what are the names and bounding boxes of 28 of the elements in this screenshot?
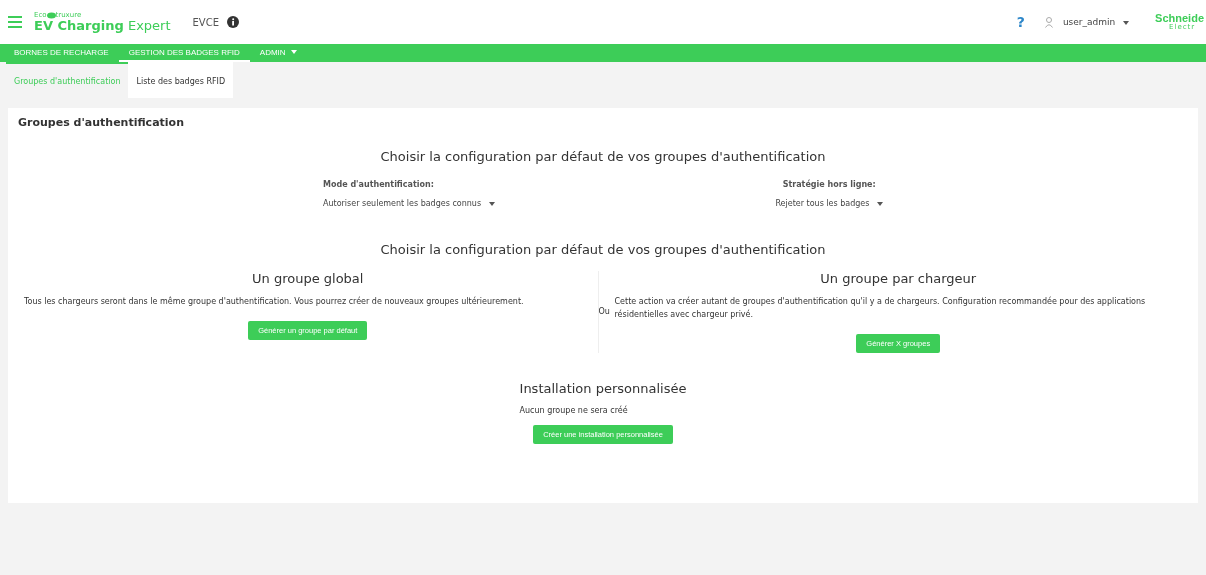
option-description: Cette action va créer autant de groupes d'authentification qu'il y a de chargeurs. Configuration recommandée pour des applications résidentielles avec chargeur privé. <box>613 296 1147 321</box>
dropdown-select[interactable]: Rejeter tous les badges <box>775 199 883 208</box>
option-description: Aucun groupe ne sera créé <box>519 405 628 415</box>
section-heading: Choisir la configuration par défaut de vos groupes d'authentification <box>380 149 826 164</box>
vendor-logo-text: Schneide <box>1155 13 1204 24</box>
dropdown-select[interactable]: Autoriser seulement les badges connus <box>323 199 495 208</box>
option-title: Un groupe par chargeur <box>820 271 977 286</box>
page-title: Groupes d'authentification <box>18 116 184 129</box>
caret-icon <box>877 201 883 206</box>
field-label: Mode d'authentification: <box>323 180 435 189</box>
separator-text: Ou <box>598 307 610 317</box>
nav-tab[interactable]: BORNES DE RECHARGE <box>4 44 119 62</box>
app-name: EV Charging <box>34 18 124 33</box>
info-icon[interactable] <box>227 16 239 28</box>
user-menu[interactable]: user_admin <box>1062 17 1130 27</box>
option-title: Installation personnalisée <box>519 380 687 396</box>
option-description: Tous les chargeurs seront dans le même groupe d'authentification. Vous pourrez créer de nouveaux groupes ultérieurement. <box>23 296 525 308</box>
caret-icon <box>1123 20 1130 25</box>
nav-tab[interactable]: ADMIN <box>249 44 307 62</box>
help-button[interactable]: ? <box>1016 14 1025 30</box>
field-label: Stratégie hors ligne: <box>782 180 876 189</box>
section-heading: Choisir la configuration par défaut de vos groupes d'authentification <box>380 242 826 257</box>
user-icon <box>1044 16 1055 28</box>
option-title: Un groupe global <box>252 271 364 286</box>
app-name: Expert <box>127 18 171 33</box>
caret-icon <box>488 201 495 206</box>
subtab[interactable]: Liste des badges RFID <box>128 62 234 98</box>
site-name: EVCE <box>192 16 219 28</box>
